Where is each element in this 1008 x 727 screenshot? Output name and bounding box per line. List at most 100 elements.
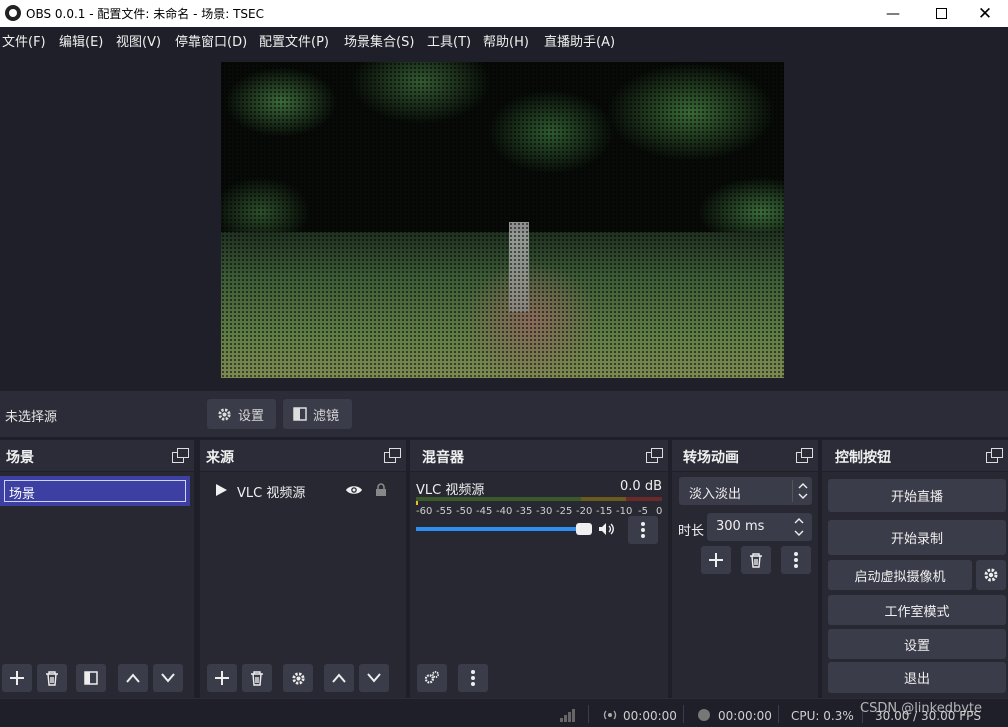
float-dock-icon[interactable] bbox=[172, 448, 189, 463]
exit-button[interactable]: 退出 bbox=[828, 662, 1006, 693]
menu-profile[interactable]: 配置文件(P) bbox=[259, 31, 329, 50]
chevron-up-icon bbox=[126, 673, 140, 683]
volume-slider[interactable] bbox=[416, 523, 592, 535]
remove-source-button[interactable] bbox=[242, 664, 272, 692]
chevron-up-icon bbox=[332, 673, 346, 683]
float-dock-icon[interactable] bbox=[796, 448, 813, 463]
minimize-button[interactable]: — bbox=[870, 0, 916, 27]
move-scene-up-button[interactable] bbox=[118, 664, 148, 692]
spin-arrows-icon[interactable] bbox=[794, 517, 804, 537]
source-item[interactable]: VLC 视频源 bbox=[200, 478, 406, 502]
lock-icon[interactable] bbox=[375, 482, 387, 497]
close-button[interactable]: ✕ bbox=[962, 0, 1008, 27]
menu-bar: 文件(F) 编辑(E) 视图(V) 停靠窗口(D) 配置文件(P) 场景集合(S… bbox=[0, 27, 1008, 51]
float-dock-icon[interactable] bbox=[646, 448, 663, 463]
source-properties-button[interactable]: 设置 bbox=[207, 399, 276, 429]
chevron-down-icon bbox=[161, 673, 175, 683]
mixer-menu-button[interactable] bbox=[458, 664, 488, 692]
settings-button[interactable]: 设置 bbox=[828, 629, 1006, 659]
scenes-dock: 场景 场景 bbox=[0, 440, 194, 698]
remove-transition-button[interactable] bbox=[741, 546, 771, 574]
controls-dock: 控制按钮 开始直播 开始录制 启动虚拟摄像机 工作室模式 设置 退出 bbox=[822, 440, 1008, 698]
meter-tick: -55 bbox=[436, 506, 453, 517]
eye-icon[interactable] bbox=[345, 484, 363, 496]
move-source-down-button[interactable] bbox=[359, 664, 389, 692]
float-dock-icon[interactable] bbox=[384, 448, 401, 463]
duration-spinbox[interactable]: 300 ms bbox=[707, 513, 812, 541]
add-source-button[interactable] bbox=[207, 664, 237, 692]
record-time: 00:00:00 bbox=[718, 709, 772, 723]
meter-tick: -30 bbox=[536, 506, 553, 517]
maximize-button[interactable] bbox=[918, 0, 964, 27]
menu-view[interactable]: 视图(V) bbox=[116, 31, 161, 50]
menu-tools[interactable]: 工具(T) bbox=[427, 31, 471, 50]
add-transition-button[interactable] bbox=[701, 546, 731, 574]
trash-icon bbox=[750, 552, 762, 568]
advanced-audio-button[interactable] bbox=[417, 664, 447, 692]
meter-tick: -15 bbox=[596, 506, 613, 517]
plus-icon bbox=[10, 671, 24, 685]
start-stream-button[interactable]: 开始直播 bbox=[828, 479, 1006, 512]
preview-ascii-overlay bbox=[221, 62, 784, 378]
mixer-title: 混音器 bbox=[422, 450, 464, 466]
gear-icon bbox=[218, 407, 231, 421]
transition-menu-button[interactable] bbox=[781, 546, 811, 574]
stream-status-icon bbox=[603, 710, 617, 720]
mixer-channel-menu-button[interactable] bbox=[628, 516, 658, 544]
transitions-dock: 转场动画 淡入淡出 时长 300 ms bbox=[672, 440, 818, 698]
meter-tick: -45 bbox=[476, 506, 493, 517]
gears-icon bbox=[424, 671, 439, 684]
transition-select[interactable]: 淡入淡出 bbox=[679, 477, 812, 505]
meter-tick: -40 bbox=[496, 506, 513, 517]
start-virtual-camera-button[interactable]: 启动虚拟摄像机 bbox=[828, 560, 972, 590]
transitions-title: 转场动画 bbox=[683, 450, 739, 466]
transition-select-value: 淡入淡出 bbox=[689, 487, 742, 502]
status-bar: 00:00:00 00:00:00 CPU: 0.3% 30.00 / 30.0… bbox=[0, 698, 1008, 727]
menu-live-assistant[interactable]: 直播助手(A) bbox=[544, 31, 615, 50]
mixer-dock: 混音器 VLC 视频源 0.0 dB -60 -55 -50 -45 -40 -… bbox=[410, 440, 668, 698]
source-properties-button[interactable] bbox=[283, 664, 313, 692]
studio-mode-button[interactable]: 工作室模式 bbox=[828, 595, 1006, 625]
mixer-channel-name: VLC 视频源 bbox=[416, 483, 485, 498]
virtual-camera-settings-button[interactable] bbox=[976, 560, 1006, 590]
volume-handle[interactable] bbox=[576, 523, 592, 535]
duration-label: 时长 bbox=[678, 524, 705, 539]
meter-tick: -60 bbox=[416, 506, 433, 517]
meter-tick: -50 bbox=[456, 506, 473, 517]
speaker-icon[interactable] bbox=[598, 522, 616, 536]
title-bar: OBS 0.0.1 - 配置文件: 未命名 - 场景: TSEC — ✕ bbox=[0, 0, 1008, 27]
move-source-up-button[interactable] bbox=[324, 664, 354, 692]
transitions-body bbox=[672, 472, 818, 698]
filters-label: 滤镜 bbox=[313, 408, 340, 424]
meter-tick: 0 bbox=[656, 506, 663, 517]
chevron-down-icon bbox=[367, 673, 381, 683]
scene-rename-input[interactable]: 场景 bbox=[4, 480, 186, 502]
meter-scale: -60 -55 -50 -45 -40 -35 -30 -25 -20 -15 … bbox=[416, 506, 662, 518]
plus-icon bbox=[215, 671, 229, 685]
mixer-channel-level: 0.0 dB bbox=[620, 479, 662, 494]
duration-value: 300 ms bbox=[716, 519, 765, 534]
menu-file[interactable]: 文件(F) bbox=[2, 31, 46, 50]
more-vertical-icon bbox=[641, 522, 645, 538]
remove-scene-button[interactable] bbox=[37, 664, 67, 692]
source-filters-button[interactable]: 滤镜 bbox=[283, 399, 352, 429]
scene-filters-button[interactable] bbox=[76, 664, 106, 692]
menu-edit[interactable]: 编辑(E) bbox=[59, 31, 103, 50]
plus-icon bbox=[709, 553, 723, 567]
move-scene-down-button[interactable] bbox=[153, 664, 183, 692]
add-scene-button[interactable] bbox=[2, 664, 32, 692]
float-dock-icon[interactable] bbox=[986, 448, 1003, 463]
no-source-selected-label: 未选择源 bbox=[5, 410, 58, 425]
cpu-usage: CPU: 0.3% bbox=[791, 709, 854, 723]
trash-icon bbox=[251, 670, 263, 686]
gear-icon bbox=[291, 671, 305, 685]
filter-icon bbox=[84, 671, 98, 685]
menu-scene-collection[interactable]: 场景集合(S) bbox=[344, 31, 414, 50]
preview-canvas[interactable] bbox=[221, 62, 784, 378]
watermark: CSDN @linkedbyte bbox=[860, 701, 983, 716]
menu-help[interactable]: 帮助(H) bbox=[483, 31, 529, 50]
start-record-button[interactable]: 开始录制 bbox=[828, 520, 1006, 555]
trash-icon bbox=[46, 670, 58, 686]
window-title: OBS 0.0.1 - 配置文件: 未命名 - 场景: TSEC bbox=[26, 7, 264, 21]
menu-docks[interactable]: 停靠窗口(D) bbox=[175, 31, 247, 50]
